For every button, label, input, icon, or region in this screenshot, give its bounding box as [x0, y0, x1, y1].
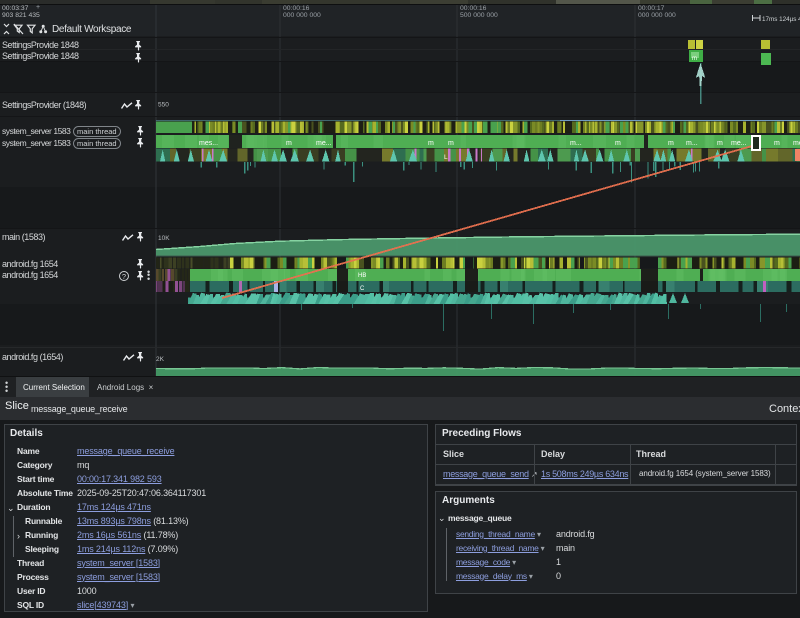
svg-text:HB: HB [358, 273, 366, 279]
svg-text:me...: me... [731, 140, 747, 147]
svg-text:me: me [793, 140, 800, 147]
svg-text:+: + [36, 4, 40, 11]
svg-text:500 000 000: 500 000 000 [460, 12, 498, 19]
svg-text:00:03:37: 00:03:37 [2, 5, 29, 12]
svg-text:C: C [360, 286, 365, 292]
svg-text:00:00:17: 00:00:17 [638, 5, 665, 12]
svg-text:m: m [428, 140, 434, 147]
svg-text:550: 550 [158, 102, 169, 109]
svg-text:2K: 2K [156, 356, 165, 363]
svg-text:me...: me... [316, 140, 332, 147]
svg-text:L: L [444, 154, 448, 161]
svg-text:m: m [692, 56, 697, 62]
svg-text:000 000 000: 000 000 000 [283, 12, 321, 19]
svg-text:m: m [286, 140, 292, 147]
svg-text:m: m [717, 140, 723, 147]
svg-text:m: m [615, 140, 621, 147]
svg-text:10K: 10K [158, 235, 170, 242]
svg-text:000 000 000: 000 000 000 [638, 12, 676, 19]
svg-text:00:00:16: 00:00:16 [283, 5, 310, 12]
svg-text:m...: m... [570, 140, 582, 147]
svg-text:m...: m... [686, 140, 698, 147]
svg-text:903 821 435: 903 821 435 [2, 12, 40, 19]
svg-text:00:00:16: 00:00:16 [460, 5, 487, 12]
svg-text:m: m [668, 140, 674, 147]
svg-text:17ms 124µs 471ns: 17ms 124µs 471ns [762, 16, 800, 23]
svg-text:mes...: mes... [199, 140, 218, 147]
svg-text:m: m [774, 140, 780, 147]
svg-text:m: m [448, 140, 454, 147]
